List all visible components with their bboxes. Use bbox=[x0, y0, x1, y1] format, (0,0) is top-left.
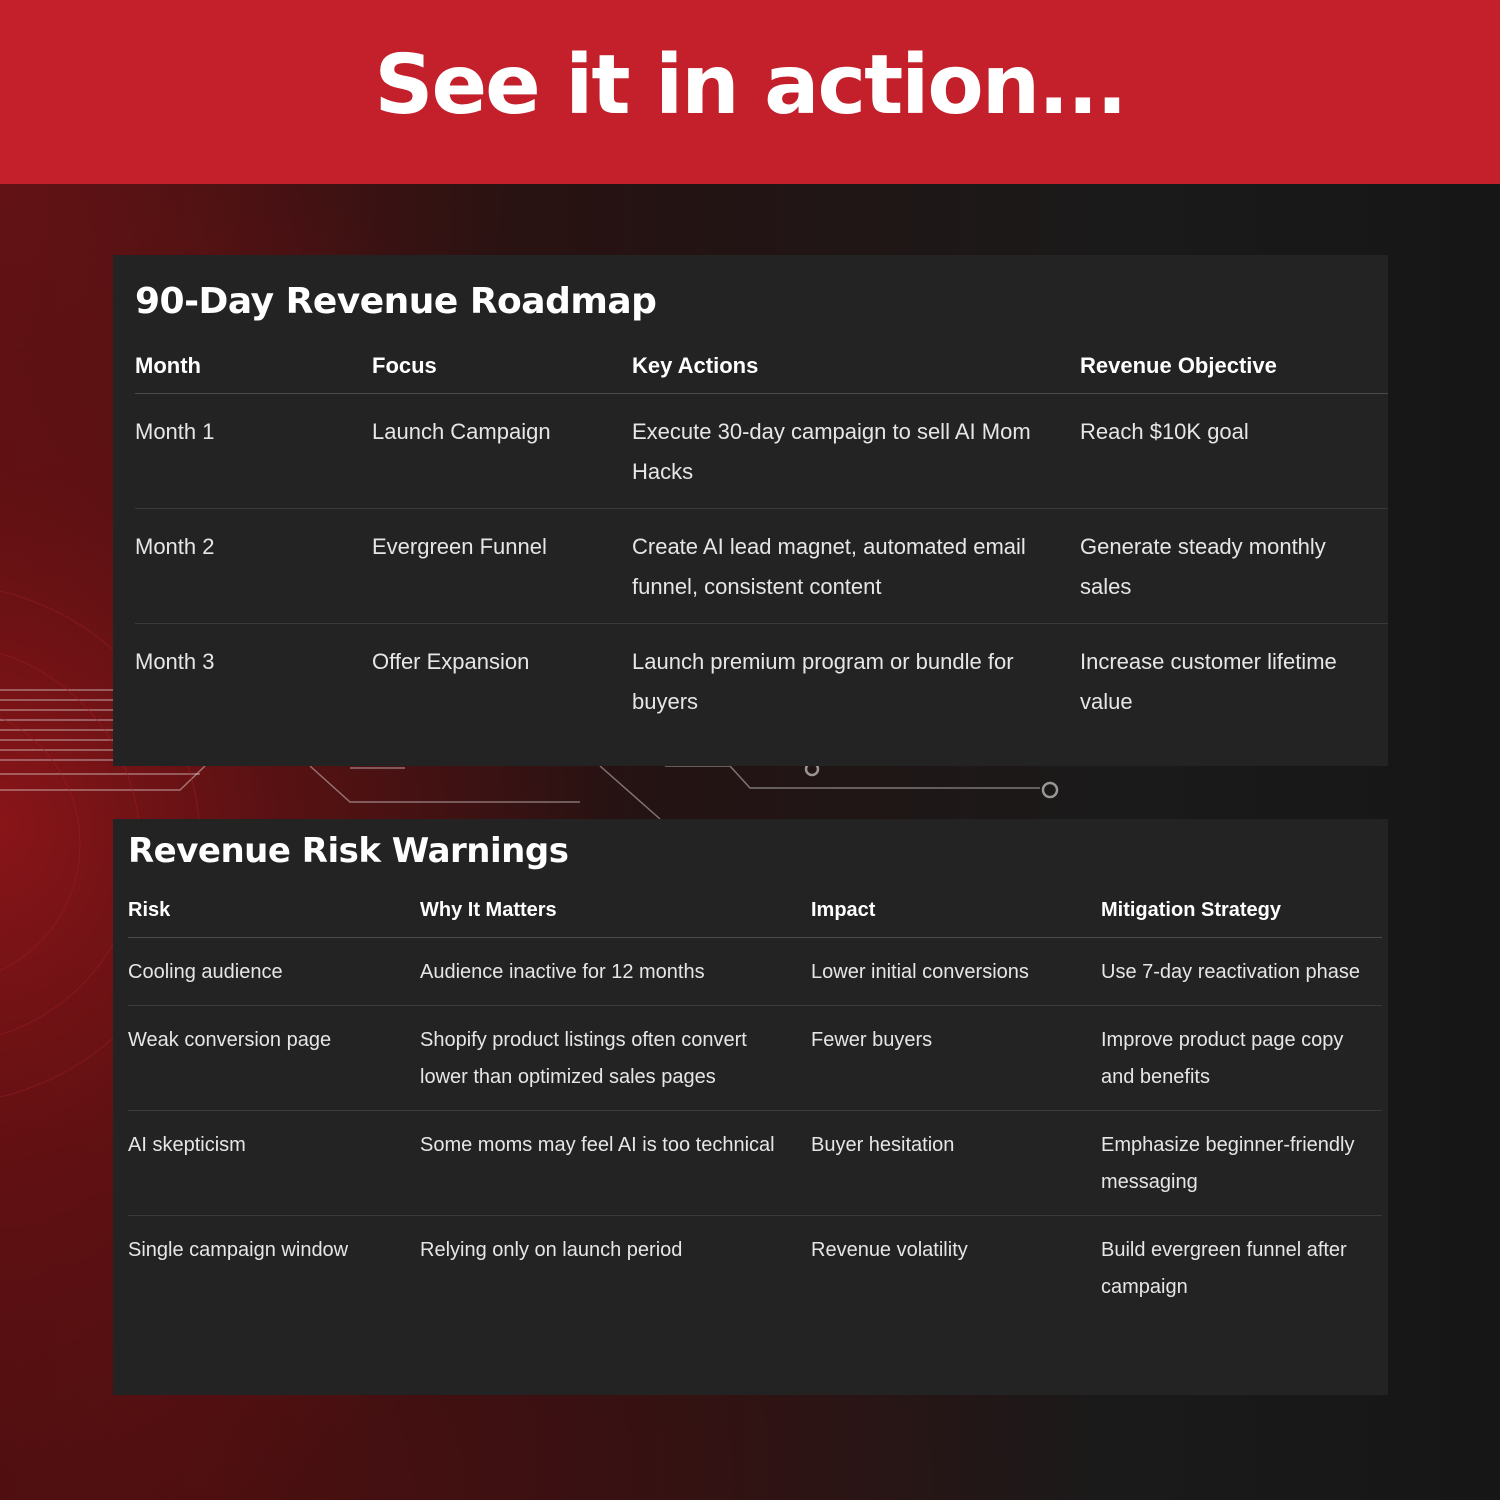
header-mitigation-strategy: Mitigation Strategy bbox=[1101, 895, 1382, 938]
cell-why-it-matters: Audience inactive for 12 months bbox=[420, 937, 811, 1006]
table-row: Weak conversion page Shopify product lis… bbox=[128, 1005, 1382, 1111]
table-row: AI skepticism Some moms may feel AI is t… bbox=[128, 1110, 1382, 1216]
table-header-row: Month Focus Key Actions Revenue Objectiv… bbox=[135, 345, 1388, 394]
header-focus: Focus bbox=[372, 345, 632, 394]
table-row: Month 3 Offer Expansion Launch premium p… bbox=[135, 623, 1388, 738]
header-revenue-objective: Revenue Objective bbox=[1080, 345, 1388, 394]
cell-impact: Lower initial conversions bbox=[811, 937, 1101, 1006]
cell-focus: Offer Expansion bbox=[372, 648, 530, 674]
cell-why-it-matters: Relying only on launch period bbox=[420, 1238, 683, 1261]
cell-mitigation: Use 7-day reactivation phase bbox=[1101, 937, 1382, 1006]
cell-key-actions: Execute 30-day campaign to sell AI Mom H… bbox=[632, 393, 1080, 509]
cell-month: Month 1 bbox=[135, 393, 372, 509]
cell-mitigation: Improve product page copy and benefits bbox=[1101, 1005, 1382, 1111]
header-key-actions: Key Actions bbox=[632, 345, 1080, 394]
roadmap-card: 90-Day Revenue Roadmap Month Focus Key A… bbox=[113, 255, 1388, 766]
cell-key-actions: Launch premium program or bundle for buy… bbox=[632, 648, 1014, 714]
risk-title: Revenue Risk Warnings bbox=[128, 831, 569, 871]
header-why-it-matters: Why It Matters bbox=[420, 895, 811, 938]
table-header-row: Risk Why It Matters Impact Mitigation St… bbox=[128, 895, 1382, 938]
table-row: Month 2 Evergreen Funnel Create AI lead … bbox=[135, 508, 1388, 624]
cell-revenue-objective: Increase customer lifetime value bbox=[1080, 648, 1337, 714]
cell-mitigation: Build evergreen funnel after campaign bbox=[1101, 1238, 1347, 1298]
cell-why-it-matters: Some moms may feel AI is too technical bbox=[420, 1110, 811, 1216]
header-month: Month bbox=[135, 345, 372, 394]
cell-impact: Buyer hesitation bbox=[811, 1110, 1101, 1216]
cell-focus: Launch Campaign bbox=[372, 393, 632, 509]
cell-risk: Cooling audience bbox=[128, 937, 420, 1006]
cell-focus: Evergreen Funnel bbox=[372, 508, 632, 624]
header-impact: Impact bbox=[811, 895, 1101, 938]
risk-table: Risk Why It Matters Impact Mitigation St… bbox=[128, 895, 1382, 1320]
roadmap-table: Month Focus Key Actions Revenue Objectiv… bbox=[135, 345, 1388, 738]
table-row: Cooling audience Audience inactive for 1… bbox=[128, 937, 1382, 1006]
cell-month: Month 3 bbox=[135, 648, 215, 674]
cell-why-it-matters: Shopify product listings often convert l… bbox=[420, 1005, 811, 1111]
cell-key-actions: Create AI lead magnet, automated email f… bbox=[632, 508, 1080, 624]
cell-risk: Single campaign window bbox=[128, 1238, 349, 1261]
cell-revenue-objective: Generate steady monthly sales bbox=[1080, 508, 1388, 624]
hero-banner: See it in action... bbox=[0, 0, 1500, 184]
header-risk: Risk bbox=[128, 895, 420, 938]
cell-revenue-objective: Reach $10K goal bbox=[1080, 393, 1388, 509]
roadmap-title: 90-Day Revenue Roadmap bbox=[135, 281, 657, 322]
risk-card: Revenue Risk Warnings Risk Why It Matter… bbox=[113, 819, 1388, 1395]
cell-risk: AI skepticism bbox=[128, 1110, 420, 1216]
cell-impact: Revenue volatility bbox=[811, 1238, 968, 1261]
table-row: Month 1 Launch Campaign Execute 30-day c… bbox=[135, 393, 1388, 509]
table-row: Single campaign window Relying only on l… bbox=[128, 1215, 1382, 1320]
cell-mitigation: Emphasize beginner-friendly messaging bbox=[1101, 1110, 1382, 1216]
cell-risk: Weak conversion page bbox=[128, 1005, 420, 1111]
cell-impact: Fewer buyers bbox=[811, 1005, 1101, 1111]
hero-title: See it in action... bbox=[374, 37, 1127, 133]
cell-month: Month 2 bbox=[135, 508, 372, 624]
